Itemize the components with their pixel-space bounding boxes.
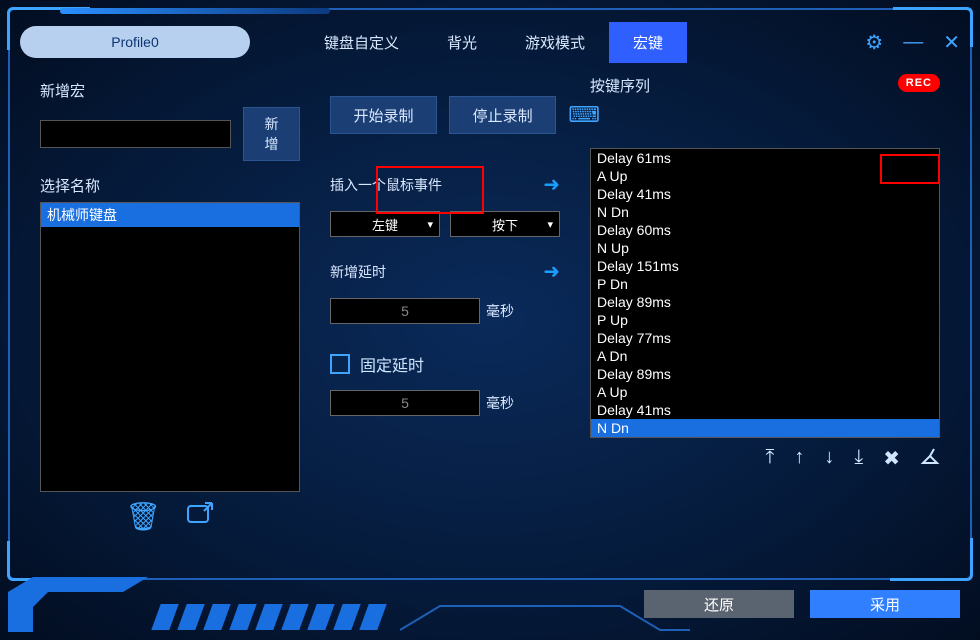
move-top-icon[interactable]: ⤒ [766, 446, 775, 472]
sequence-item[interactable]: N Dn [591, 203, 939, 221]
sequence-item[interactable]: Delay 41ms [591, 185, 939, 203]
stop-record-button[interactable]: 停止录制 [449, 96, 556, 134]
tab-game-mode[interactable]: 游戏模式 [501, 22, 609, 63]
delete-macro-icon[interactable]: 🗑 [125, 500, 161, 535]
move-up-icon[interactable]: ↑ [794, 446, 804, 472]
sequence-list[interactable]: Delay 61msA UpDelay 41msN DnDelay 60msN … [590, 148, 940, 438]
sequence-item[interactable]: P Up [591, 311, 939, 329]
new-macro-label: 新增宏 [40, 80, 300, 101]
fixed-delay-unit: 毫秒 [486, 393, 514, 413]
arrow-right-icon[interactable]: ➜ [543, 172, 560, 197]
profile-selector[interactable]: Profile0 [20, 26, 250, 58]
minimize-icon[interactable]: — [903, 31, 923, 54]
fixed-delay-label: 固定延时 [360, 352, 424, 376]
arrow-right-icon[interactable]: ➜ [543, 259, 560, 284]
add-delay-unit: 毫秒 [486, 301, 514, 321]
tab-keyboard-custom[interactable]: 键盘自定义 [300, 22, 423, 63]
add-delay-label: 新增延时 [330, 262, 386, 282]
sequence-item[interactable]: Delay 61ms [591, 437, 939, 438]
clear-all-icon[interactable] [920, 446, 940, 472]
sequence-item[interactable]: A Up [591, 167, 939, 185]
delete-step-icon[interactable]: ✖ [883, 446, 900, 472]
tab-backlight[interactable]: 背光 [423, 22, 501, 63]
macro-list[interactable]: 机械师键盘 [40, 202, 300, 492]
apply-button[interactable]: 采用 [810, 590, 960, 618]
start-record-button[interactable]: 开始录制 [330, 96, 437, 134]
add-delay-input[interactable] [330, 298, 480, 324]
export-macro-icon[interactable] [185, 500, 215, 535]
move-down-icon[interactable]: ↓ [824, 446, 834, 472]
close-icon[interactable]: ✕ [943, 30, 960, 55]
sequence-item[interactable]: Delay 60ms [591, 221, 939, 239]
sequence-item[interactable]: N Dn [591, 419, 939, 437]
macro-list-item[interactable]: 机械师键盘 [41, 203, 299, 227]
sequence-item[interactable]: Delay 89ms [591, 293, 939, 311]
sequence-item[interactable]: Delay 151ms [591, 257, 939, 275]
move-bottom-icon[interactable]: ⤓ [854, 446, 863, 472]
settings-icon[interactable]: ⚙ [865, 30, 883, 55]
sequence-item[interactable]: A Up [591, 383, 939, 401]
sequence-item[interactable]: P Dn [591, 275, 939, 293]
add-macro-button[interactable]: 新增 [243, 107, 300, 161]
sequence-item[interactable]: Delay 61ms [591, 149, 939, 167]
fixed-delay-checkbox[interactable] [330, 354, 350, 374]
mouse-button-select[interactable]: 左键 [330, 211, 440, 237]
sequence-item[interactable]: A Dn [591, 347, 939, 365]
sequence-item[interactable]: N Up [591, 239, 939, 257]
insert-mouse-event-label: 插入一个鼠标事件 [330, 175, 442, 195]
fixed-delay-input[interactable] [330, 390, 480, 416]
select-name-label: 选择名称 [40, 175, 300, 196]
sequence-item[interactable]: Delay 77ms [591, 329, 939, 347]
sequence-item[interactable]: Delay 89ms [591, 365, 939, 383]
rec-badge[interactable]: REC [898, 74, 940, 92]
sequence-item[interactable]: Delay 41ms [591, 401, 939, 419]
mouse-action-select[interactable]: 按下 [450, 211, 560, 237]
new-macro-input[interactable] [40, 120, 231, 148]
restore-button[interactable]: 还原 [644, 590, 794, 618]
sequence-label: 按键序列 [590, 75, 650, 96]
tab-macro[interactable]: 宏键 [609, 22, 687, 63]
main-tabs: 键盘自定义 背光 游戏模式 宏键 [300, 22, 687, 63]
